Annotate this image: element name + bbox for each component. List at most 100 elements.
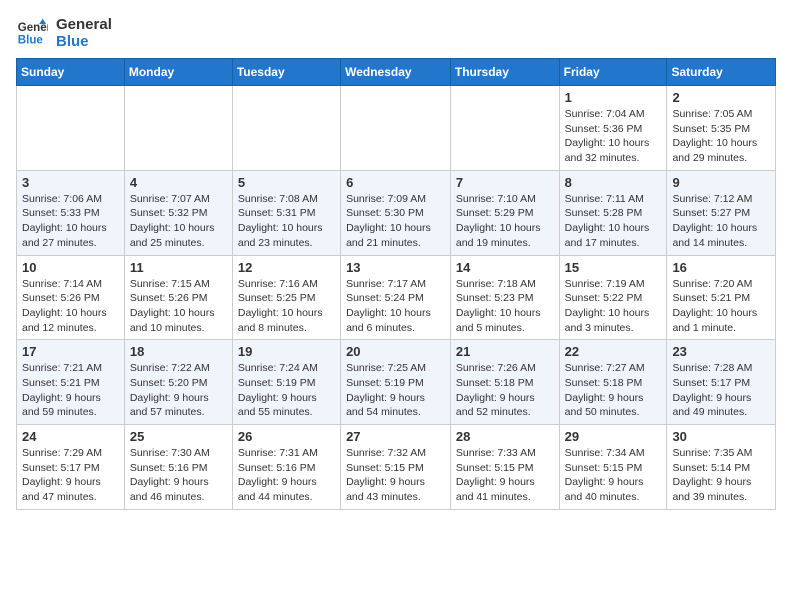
day-info: Sunrise: 7:11 AMSunset: 5:28 PMDaylight:… [565, 192, 662, 251]
day-info: Sunrise: 7:32 AMSunset: 5:15 PMDaylight:… [346, 446, 445, 505]
day-number: 10 [22, 260, 119, 275]
day-info: Sunrise: 7:07 AMSunset: 5:32 PMDaylight:… [130, 192, 227, 251]
weekday-header-row: SundayMondayTuesdayWednesdayThursdayFrid… [17, 59, 776, 86]
day-info: Sunrise: 7:18 AMSunset: 5:23 PMDaylight:… [456, 277, 554, 336]
day-number: 27 [346, 429, 445, 444]
weekday-header-wednesday: Wednesday [341, 59, 451, 86]
calendar-body: 1Sunrise: 7:04 AMSunset: 5:36 PMDaylight… [17, 86, 776, 510]
calendar-cell: 3 Sunrise: 7:06 AMSunset: 5:33 PMDaylight… [17, 170, 125, 255]
day-number: 15 [565, 260, 662, 275]
day-number: 22 [565, 344, 662, 359]
day-info: Sunrise: 7:09 AMSunset: 5:30 PMDaylight:… [346, 192, 445, 251]
day-number: 30 [672, 429, 770, 444]
weekday-header-saturday: Saturday [667, 59, 776, 86]
weekday-header-friday: Friday [559, 59, 667, 86]
day-info: Sunrise: 7:35 AMSunset: 5:14 PMDaylight:… [672, 446, 770, 505]
calendar-cell: 27 Sunrise: 7:32 AMSunset: 5:15 PMDayligh… [341, 425, 451, 510]
calendar-cell [450, 86, 559, 171]
weekday-header-monday: Monday [124, 59, 232, 86]
weekday-header-sunday: Sunday [17, 59, 125, 86]
day-info: Sunrise: 7:15 AMSunset: 5:26 PMDaylight:… [130, 277, 227, 336]
calendar-cell: 9 Sunrise: 7:12 AMSunset: 5:27 PMDaylight… [667, 170, 776, 255]
calendar-week-2: 3 Sunrise: 7:06 AMSunset: 5:33 PMDaylight… [17, 170, 776, 255]
day-info: Sunrise: 7:19 AMSunset: 5:22 PMDaylight:… [565, 277, 662, 336]
calendar-cell: 17Sunrise: 7:21 AMSunset: 5:21 PMDayligh… [17, 340, 125, 425]
day-number: 21 [456, 344, 554, 359]
day-number: 28 [456, 429, 554, 444]
day-number: 5 [238, 175, 335, 190]
calendar-week-5: 24Sunrise: 7:29 AMSunset: 5:17 PMDayligh… [17, 425, 776, 510]
calendar-cell: 15 Sunrise: 7:19 AMSunset: 5:22 PMDayligh… [559, 255, 667, 340]
day-info: Sunrise: 7:29 AMSunset: 5:17 PMDaylight:… [22, 446, 119, 505]
day-info: Sunrise: 7:06 AMSunset: 5:33 PMDaylight:… [22, 192, 119, 251]
calendar-cell: 26 Sunrise: 7:31 AMSunset: 5:16 PMDayligh… [232, 425, 340, 510]
day-info: Sunrise: 7:12 AMSunset: 5:27 PMDaylight:… [672, 192, 770, 251]
day-info: Sunrise: 7:26 AMSunset: 5:18 PMDaylight:… [456, 361, 554, 420]
calendar-cell: 2 Sunrise: 7:05 AMSunset: 5:35 PMDaylight… [667, 86, 776, 171]
day-number: 17 [22, 344, 119, 359]
day-info: Sunrise: 7:24 AMSunset: 5:19 PMDaylight:… [238, 361, 335, 420]
day-number: 11 [130, 260, 227, 275]
logo: General Blue GeneralBlue [16, 16, 112, 50]
day-number: 3 [22, 175, 119, 190]
page-header: General Blue GeneralBlue [16, 16, 776, 50]
day-info: Sunrise: 7:17 AMSunset: 5:24 PMDaylight:… [346, 277, 445, 336]
day-info: Sunrise: 7:28 AMSunset: 5:17 PMDaylight:… [672, 361, 770, 420]
day-number: 16 [672, 260, 770, 275]
day-number: 6 [346, 175, 445, 190]
day-info: Sunrise: 7:33 AMSunset: 5:15 PMDaylight:… [456, 446, 554, 505]
calendar-cell: 5 Sunrise: 7:08 AMSunset: 5:31 PMDaylight… [232, 170, 340, 255]
calendar-cell: 18 Sunrise: 7:22 AMSunset: 5:20 PMDayligh… [124, 340, 232, 425]
calendar-week-4: 17Sunrise: 7:21 AMSunset: 5:21 PMDayligh… [17, 340, 776, 425]
day-info: Sunrise: 7:22 AMSunset: 5:20 PMDaylight:… [130, 361, 227, 420]
calendar-cell: 13Sunrise: 7:17 AMSunset: 5:24 PMDayligh… [341, 255, 451, 340]
calendar-cell: 4Sunrise: 7:07 AMSunset: 5:32 PMDaylight… [124, 170, 232, 255]
calendar-cell [17, 86, 125, 171]
day-number: 25 [130, 429, 227, 444]
day-info: Sunrise: 7:16 AMSunset: 5:25 PMDaylight:… [238, 277, 335, 336]
calendar-cell [341, 86, 451, 171]
calendar-cell: 30 Sunrise: 7:35 AMSunset: 5:14 PMDayligh… [667, 425, 776, 510]
weekday-header-thursday: Thursday [450, 59, 559, 86]
calendar-cell: 1Sunrise: 7:04 AMSunset: 5:36 PMDaylight… [559, 86, 667, 171]
calendar-cell: 14 Sunrise: 7:18 AMSunset: 5:23 PMDayligh… [450, 255, 559, 340]
day-number: 23 [672, 344, 770, 359]
calendar-cell [124, 86, 232, 171]
day-number: 14 [456, 260, 554, 275]
day-number: 1 [565, 90, 662, 105]
calendar-cell: 22 Sunrise: 7:27 AMSunset: 5:18 PMDayligh… [559, 340, 667, 425]
calendar-cell: 28 Sunrise: 7:33 AMSunset: 5:15 PMDayligh… [450, 425, 559, 510]
calendar-cell: 16 Sunrise: 7:20 AMSunset: 5:21 PMDayligh… [667, 255, 776, 340]
day-number: 19 [238, 344, 335, 359]
day-info: Sunrise: 7:05 AMSunset: 5:35 PMDaylight:… [672, 107, 770, 166]
day-info: Sunrise: 7:30 AMSunset: 5:16 PMDaylight:… [130, 446, 227, 505]
day-info: Sunrise: 7:34 AMSunset: 5:15 PMDaylight:… [565, 446, 662, 505]
day-info: Sunrise: 7:27 AMSunset: 5:18 PMDaylight:… [565, 361, 662, 420]
calendar-cell: 8 Sunrise: 7:11 AMSunset: 5:28 PMDaylight… [559, 170, 667, 255]
day-number: 29 [565, 429, 662, 444]
day-number: 18 [130, 344, 227, 359]
day-number: 12 [238, 260, 335, 275]
day-number: 8 [565, 175, 662, 190]
calendar-cell: 7Sunrise: 7:10 AMSunset: 5:29 PMDaylight… [450, 170, 559, 255]
day-info: Sunrise: 7:20 AMSunset: 5:21 PMDaylight:… [672, 277, 770, 336]
day-info: Sunrise: 7:31 AMSunset: 5:16 PMDaylight:… [238, 446, 335, 505]
calendar-cell: 10Sunrise: 7:14 AMSunset: 5:26 PMDayligh… [17, 255, 125, 340]
calendar-cell: 20 Sunrise: 7:25 AMSunset: 5:19 PMDayligh… [341, 340, 451, 425]
calendar-cell: 24Sunrise: 7:29 AMSunset: 5:17 PMDayligh… [17, 425, 125, 510]
calendar-cell: 12 Sunrise: 7:16 AMSunset: 5:25 PMDayligh… [232, 255, 340, 340]
calendar-cell: 19 Sunrise: 7:24 AMSunset: 5:19 PMDayligh… [232, 340, 340, 425]
calendar-cell: 29 Sunrise: 7:34 AMSunset: 5:15 PMDayligh… [559, 425, 667, 510]
calendar-cell: 25 Sunrise: 7:30 AMSunset: 5:16 PMDayligh… [124, 425, 232, 510]
day-number: 9 [672, 175, 770, 190]
day-info: Sunrise: 7:08 AMSunset: 5:31 PMDaylight:… [238, 192, 335, 251]
calendar-cell [232, 86, 340, 171]
calendar-cell: 23 Sunrise: 7:28 AMSunset: 5:17 PMDayligh… [667, 340, 776, 425]
calendar-cell: 21 Sunrise: 7:26 AMSunset: 5:18 PMDayligh… [450, 340, 559, 425]
logo-text: GeneralBlue [56, 16, 112, 50]
calendar-week-3: 10Sunrise: 7:14 AMSunset: 5:26 PMDayligh… [17, 255, 776, 340]
day-info: Sunrise: 7:25 AMSunset: 5:19 PMDaylight:… [346, 361, 445, 420]
day-number: 20 [346, 344, 445, 359]
day-number: 26 [238, 429, 335, 444]
day-number: 2 [672, 90, 770, 105]
